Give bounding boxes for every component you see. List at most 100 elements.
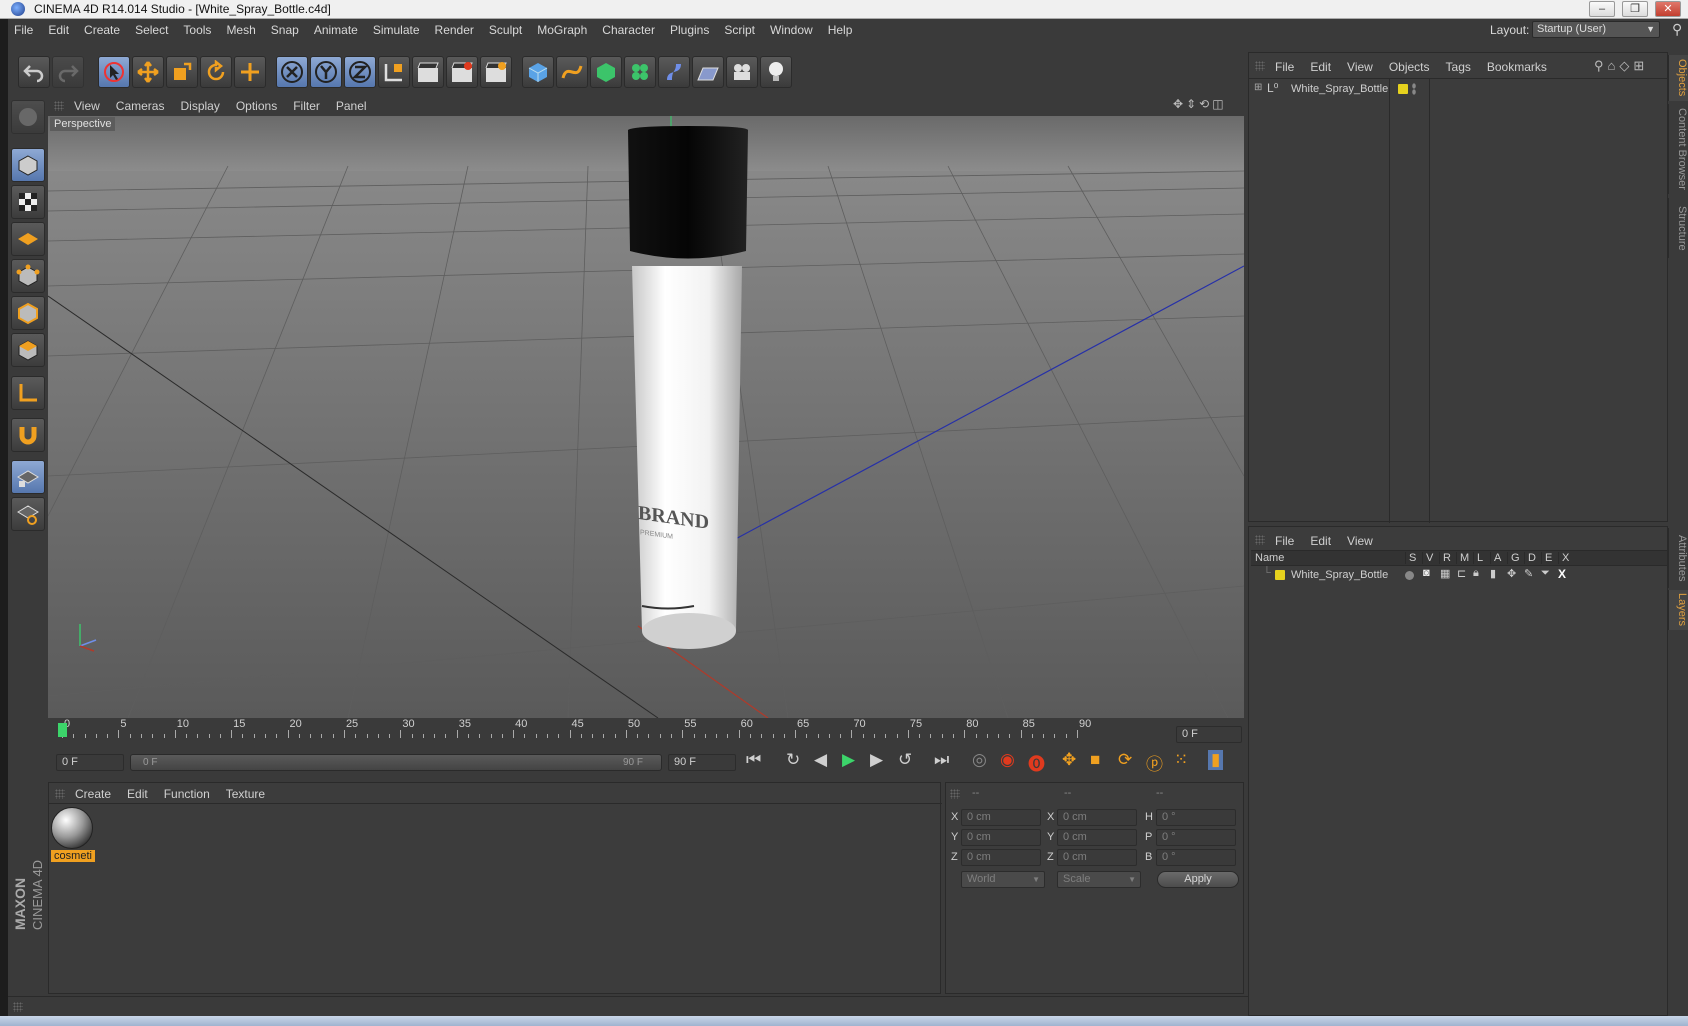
tab-structure[interactable]: Structure: [1668, 198, 1688, 258]
recent-tools-button[interactable]: [234, 56, 266, 88]
menu-mesh[interactable]: Mesh: [226, 23, 255, 37]
go-to-end-icon[interactable]: ⏭: [934, 750, 949, 770]
layers-col-x[interactable]: X: [1558, 552, 1569, 564]
tab-content-browser[interactable]: Content Browser: [1668, 104, 1688, 194]
menu-create[interactable]: Create: [84, 23, 120, 37]
scale-dropdown[interactable]: Scale ▼: [1057, 871, 1141, 888]
rot-h-field[interactable]: 0 °: [1156, 809, 1236, 826]
current-frame-field[interactable]: 0 F: [1176, 726, 1242, 743]
keyframe-help-icon[interactable]: ⓿: [1028, 750, 1045, 775]
render-toggle-icon[interactable]: ▦: [1440, 567, 1450, 580]
x-axis-lock-button[interactable]: [276, 56, 308, 88]
layers-menu-file[interactable]: File: [1275, 534, 1294, 548]
key-parameter-icon[interactable]: ⓟ: [1146, 750, 1163, 775]
material-menu-texture[interactable]: Texture: [226, 787, 265, 801]
size-y-field[interactable]: 0 cm: [1057, 829, 1137, 846]
layers-col-a[interactable]: A: [1490, 552, 1501, 564]
previous-key-icon[interactable]: ↻: [786, 750, 800, 770]
pos-x-field[interactable]: 0 cm: [961, 809, 1041, 826]
object-row[interactable]: ⊞ L⁰ White_Spray_Bottle: [1251, 81, 1651, 99]
objects-menu-file[interactable]: File: [1275, 60, 1294, 74]
layers-col-v[interactable]: V: [1422, 552, 1433, 564]
z-axis-lock-button[interactable]: [344, 56, 376, 88]
live-selection-button[interactable]: [98, 56, 130, 88]
tab-objects[interactable]: Objects: [1668, 55, 1688, 101]
menu-render[interactable]: Render: [435, 23, 474, 37]
size-z-field[interactable]: 0 cm: [1057, 849, 1137, 866]
snap-button[interactable]: [11, 418, 45, 452]
material-thumbnail[interactable]: cosmeti: [51, 807, 95, 865]
autokey-icon[interactable]: ◉: [1000, 750, 1015, 770]
objects-grip[interactable]: [1255, 61, 1265, 71]
toggle-view-icon[interactable]: ◫: [1212, 97, 1226, 111]
layers-menu-view[interactable]: View: [1347, 534, 1373, 548]
add-light-button[interactable]: [760, 56, 792, 88]
objects-menu-edit[interactable]: Edit: [1310, 60, 1331, 74]
add-camera-button[interactable]: [726, 56, 758, 88]
frame-range-slider[interactable]: 0 F 90 F: [130, 754, 662, 771]
search-icon[interactable]: ⚲: [1672, 21, 1682, 38]
material-menu-create[interactable]: Create: [75, 787, 111, 801]
apply-button[interactable]: Apply: [1157, 871, 1239, 888]
play-icon[interactable]: ▶: [842, 750, 855, 770]
add-nurbs-button[interactable]: [590, 56, 622, 88]
y-axis-lock-button[interactable]: [310, 56, 342, 88]
coords-grip[interactable]: [950, 789, 960, 799]
workplane-mode-button[interactable]: [11, 222, 45, 256]
coordinate-system-button[interactable]: [378, 56, 410, 88]
expressions-toggle-icon[interactable]: ⏷: [1541, 567, 1550, 580]
layer-color-swatch[interactable]: [1275, 570, 1285, 580]
timeline-playhead[interactable]: [58, 723, 67, 737]
viewport-menu-display[interactable]: Display: [180, 99, 219, 113]
model-mode-button[interactable]: [11, 148, 45, 182]
deformers-toggle-icon[interactable]: ✎: [1524, 567, 1533, 580]
menu-sculpt[interactable]: Sculpt: [489, 23, 522, 37]
zoom-view-icon[interactable]: ⇕: [1186, 97, 1199, 111]
home-icon[interactable]: ⌂: [1608, 58, 1620, 73]
menu-help[interactable]: Help: [828, 23, 853, 37]
pan-view-icon[interactable]: ✥: [1173, 97, 1186, 111]
key-scale-icon[interactable]: ■: [1090, 750, 1100, 770]
viewport-camera-label[interactable]: Perspective: [50, 117, 116, 131]
edges-mode-button[interactable]: [11, 296, 45, 330]
menu-select[interactable]: Select: [135, 23, 168, 37]
key-pla-icon[interactable]: ⁙: [1174, 750, 1188, 770]
view-toggle-icon[interactable]: ◙: [1423, 567, 1430, 579]
viewport-grip[interactable]: [54, 101, 64, 111]
material-name-label[interactable]: cosmeti: [51, 850, 95, 862]
material-grip[interactable]: [55, 789, 65, 799]
maximize-button[interactable]: ❐: [1622, 1, 1648, 17]
size-x-field[interactable]: 0 cm: [1057, 809, 1137, 826]
viewport-menu-filter[interactable]: Filter: [293, 99, 320, 113]
layers-col-d[interactable]: D: [1524, 552, 1536, 564]
timeline-window-icon[interactable]: ▮: [1208, 750, 1224, 770]
tab-layers[interactable]: Layers: [1668, 590, 1688, 630]
minimize-button[interactable]: –: [1589, 1, 1615, 17]
move-tool-button[interactable]: [132, 56, 164, 88]
menu-window[interactable]: Window: [770, 23, 813, 37]
layers-menu-edit[interactable]: Edit: [1310, 534, 1331, 548]
add-deformer-button[interactable]: [658, 56, 690, 88]
menu-snap[interactable]: Snap: [271, 23, 299, 37]
viewport-menu-view[interactable]: View: [74, 99, 100, 113]
layers-col-r[interactable]: R: [1439, 552, 1451, 564]
previous-frame-icon[interactable]: ◀: [814, 750, 827, 770]
menu-tools[interactable]: Tools: [183, 23, 211, 37]
tab-attributes[interactable]: Attributes: [1668, 528, 1688, 588]
object-name[interactable]: White_Spray_Bottle: [1291, 83, 1388, 95]
objects-menu-objects[interactable]: Objects: [1389, 60, 1430, 74]
rot-p-field[interactable]: 0 °: [1156, 829, 1236, 846]
layer-row[interactable]: └ White_Spray_Bottle ◙ ▦ ⊏ 🔒︎ ▮ ✥ ✎ ⏷ X: [1251, 567, 1667, 584]
axis-mode-button[interactable]: [11, 376, 45, 410]
viewport-menu-options[interactable]: Options: [236, 99, 277, 113]
status-grip[interactable]: [13, 1002, 23, 1012]
points-mode-button[interactable]: [11, 259, 45, 293]
layers-col-e[interactable]: E: [1541, 552, 1552, 564]
locked-toggle-icon[interactable]: 🔒︎: [1473, 567, 1479, 580]
viewport-3d-view[interactable]: BRAND PREMIUM: [48, 116, 1244, 718]
start-frame-field[interactable]: 0 F: [56, 754, 124, 771]
visibility-dots-icon[interactable]: [1412, 83, 1416, 95]
menu-edit[interactable]: Edit: [48, 23, 69, 37]
menu-animate[interactable]: Animate: [314, 23, 358, 37]
rotate-tool-button[interactable]: [200, 56, 232, 88]
